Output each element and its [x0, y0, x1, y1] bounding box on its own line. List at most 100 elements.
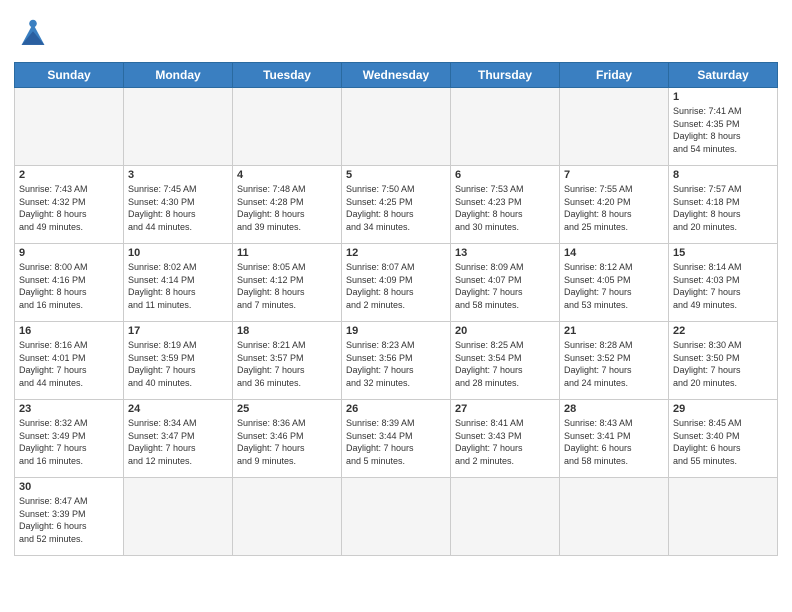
day-info: Sunrise: 8:41 AM Sunset: 3:43 PM Dayligh… [455, 417, 555, 467]
weekday-header-monday: Monday [124, 63, 233, 88]
weekday-header-tuesday: Tuesday [233, 63, 342, 88]
calendar-cell [342, 88, 451, 166]
day-number: 10 [128, 247, 228, 259]
day-info: Sunrise: 7:53 AM Sunset: 4:23 PM Dayligh… [455, 183, 555, 233]
header [14, 10, 778, 54]
day-info: Sunrise: 8:47 AM Sunset: 3:39 PM Dayligh… [19, 495, 119, 545]
calendar-cell: 21 Sunrise: 8:28 AM Sunset: 3:52 PM Dayli… [560, 322, 669, 400]
calendar-cell: 12 Sunrise: 8:07 AM Sunset: 4:09 PM Dayli… [342, 244, 451, 322]
calendar-cell: 27 Sunrise: 8:41 AM Sunset: 3:43 PM Dayli… [451, 400, 560, 478]
logo [14, 16, 56, 54]
day-info: Sunrise: 7:55 AM Sunset: 4:20 PM Dayligh… [564, 183, 664, 233]
day-number: 11 [237, 247, 337, 259]
day-info: Sunrise: 8:21 AM Sunset: 3:57 PM Dayligh… [237, 339, 337, 389]
calendar-cell: 3 Sunrise: 7:45 AM Sunset: 4:30 PM Daylig… [124, 166, 233, 244]
weekday-header-wednesday: Wednesday [342, 63, 451, 88]
day-info: Sunrise: 8:32 AM Sunset: 3:49 PM Dayligh… [19, 417, 119, 467]
day-info: Sunrise: 8:00 AM Sunset: 4:16 PM Dayligh… [19, 261, 119, 311]
day-info: Sunrise: 8:07 AM Sunset: 4:09 PM Dayligh… [346, 261, 446, 311]
calendar-cell: 13 Sunrise: 8:09 AM Sunset: 4:07 PM Dayli… [451, 244, 560, 322]
weekday-header-friday: Friday [560, 63, 669, 88]
day-info: Sunrise: 8:34 AM Sunset: 3:47 PM Dayligh… [128, 417, 228, 467]
day-number: 5 [346, 169, 446, 181]
day-number: 3 [128, 169, 228, 181]
calendar-cell [560, 88, 669, 166]
day-number: 13 [455, 247, 555, 259]
day-info: Sunrise: 8:02 AM Sunset: 4:14 PM Dayligh… [128, 261, 228, 311]
calendar-cell [233, 478, 342, 556]
day-number: 17 [128, 325, 228, 337]
day-number: 24 [128, 403, 228, 415]
calendar: SundayMondayTuesdayWednesdayThursdayFrid… [14, 62, 778, 556]
calendar-cell: 15Sunrise: 8:14 AM Sunset: 4:03 PM Dayli… [669, 244, 778, 322]
calendar-cell: 8 Sunrise: 7:57 AM Sunset: 4:18 PM Daylig… [669, 166, 778, 244]
day-info: Sunrise: 8:25 AM Sunset: 3:54 PM Dayligh… [455, 339, 555, 389]
calendar-cell: 16 Sunrise: 8:16 AM Sunset: 4:01 PM Dayli… [15, 322, 124, 400]
calendar-cell [15, 88, 124, 166]
calendar-cell: 23Sunrise: 8:32 AM Sunset: 3:49 PM Dayli… [15, 400, 124, 478]
day-info: Sunrise: 7:45 AM Sunset: 4:30 PM Dayligh… [128, 183, 228, 233]
calendar-cell: 22 Sunrise: 8:30 AM Sunset: 3:50 PM Dayli… [669, 322, 778, 400]
day-info: Sunrise: 8:45 AM Sunset: 3:40 PM Dayligh… [673, 417, 773, 467]
day-number: 29 [673, 403, 773, 415]
day-number: 18 [237, 325, 337, 337]
day-info: Sunrise: 8:30 AM Sunset: 3:50 PM Dayligh… [673, 339, 773, 389]
calendar-cell [342, 478, 451, 556]
calendar-cell: 9 Sunrise: 8:00 AM Sunset: 4:16 PM Daylig… [15, 244, 124, 322]
calendar-cell: 29 Sunrise: 8:45 AM Sunset: 3:40 PM Dayli… [669, 400, 778, 478]
calendar-cell: 25 Sunrise: 8:36 AM Sunset: 3:46 PM Dayli… [233, 400, 342, 478]
day-info: Sunrise: 8:12 AM Sunset: 4:05 PM Dayligh… [564, 261, 664, 311]
day-number: 8 [673, 169, 773, 181]
day-info: Sunrise: 7:57 AM Sunset: 4:18 PM Dayligh… [673, 183, 773, 233]
calendar-cell [233, 88, 342, 166]
day-number: 22 [673, 325, 773, 337]
day-number: 12 [346, 247, 446, 259]
calendar-cell: 20Sunrise: 8:25 AM Sunset: 3:54 PM Dayli… [451, 322, 560, 400]
day-info: Sunrise: 7:41 AM Sunset: 4:35 PM Dayligh… [673, 105, 773, 155]
day-number: 28 [564, 403, 664, 415]
calendar-cell [451, 88, 560, 166]
day-number: 6 [455, 169, 555, 181]
calendar-cell: 2 Sunrise: 7:43 AM Sunset: 4:32 PM Daylig… [15, 166, 124, 244]
day-info: Sunrise: 8:39 AM Sunset: 3:44 PM Dayligh… [346, 417, 446, 467]
day-info: Sunrise: 8:23 AM Sunset: 3:56 PM Dayligh… [346, 339, 446, 389]
day-number: 27 [455, 403, 555, 415]
calendar-cell [560, 478, 669, 556]
day-info: Sunrise: 8:28 AM Sunset: 3:52 PM Dayligh… [564, 339, 664, 389]
day-number: 19 [346, 325, 446, 337]
day-number: 30 [19, 481, 119, 493]
day-number: 1 [673, 91, 773, 103]
day-info: Sunrise: 8:36 AM Sunset: 3:46 PM Dayligh… [237, 417, 337, 467]
calendar-cell: 24 Sunrise: 8:34 AM Sunset: 3:47 PM Dayli… [124, 400, 233, 478]
day-number: 4 [237, 169, 337, 181]
day-info: Sunrise: 8:05 AM Sunset: 4:12 PM Dayligh… [237, 261, 337, 311]
weekday-header-saturday: Saturday [669, 63, 778, 88]
day-number: 15 [673, 247, 773, 259]
calendar-cell: 26 Sunrise: 8:39 AM Sunset: 3:44 PM Dayli… [342, 400, 451, 478]
calendar-cell: 1 Sunrise: 7:41 AM Sunset: 4:35 PM Daylig… [669, 88, 778, 166]
day-number: 21 [564, 325, 664, 337]
day-number: 26 [346, 403, 446, 415]
day-number: 16 [19, 325, 119, 337]
day-number: 25 [237, 403, 337, 415]
day-info: Sunrise: 7:50 AM Sunset: 4:25 PM Dayligh… [346, 183, 446, 233]
calendar-cell: 14Sunrise: 8:12 AM Sunset: 4:05 PM Dayli… [560, 244, 669, 322]
calendar-cell: 5 Sunrise: 7:50 AM Sunset: 4:25 PM Daylig… [342, 166, 451, 244]
day-info: Sunrise: 8:43 AM Sunset: 3:41 PM Dayligh… [564, 417, 664, 467]
day-info: Sunrise: 8:16 AM Sunset: 4:01 PM Dayligh… [19, 339, 119, 389]
calendar-cell: 19 Sunrise: 8:23 AM Sunset: 3:56 PM Dayli… [342, 322, 451, 400]
day-info: Sunrise: 7:43 AM Sunset: 4:32 PM Dayligh… [19, 183, 119, 233]
weekday-header-thursday: Thursday [451, 63, 560, 88]
calendar-cell: 4Sunrise: 7:48 AM Sunset: 4:28 PM Daylig… [233, 166, 342, 244]
day-info: Sunrise: 8:09 AM Sunset: 4:07 PM Dayligh… [455, 261, 555, 311]
day-number: 7 [564, 169, 664, 181]
day-info: Sunrise: 8:19 AM Sunset: 3:59 PM Dayligh… [128, 339, 228, 389]
calendar-cell [451, 478, 560, 556]
day-number: 9 [19, 247, 119, 259]
calendar-cell: 30 Sunrise: 8:47 AM Sunset: 3:39 PM Dayli… [15, 478, 124, 556]
calendar-cell: 28 Sunrise: 8:43 AM Sunset: 3:41 PM Dayli… [560, 400, 669, 478]
day-number: 2 [19, 169, 119, 181]
calendar-cell: 17 Sunrise: 8:19 AM Sunset: 3:59 PM Dayli… [124, 322, 233, 400]
calendar-cell [124, 88, 233, 166]
calendar-cell: 11 Sunrise: 8:05 AM Sunset: 4:12 PM Dayli… [233, 244, 342, 322]
